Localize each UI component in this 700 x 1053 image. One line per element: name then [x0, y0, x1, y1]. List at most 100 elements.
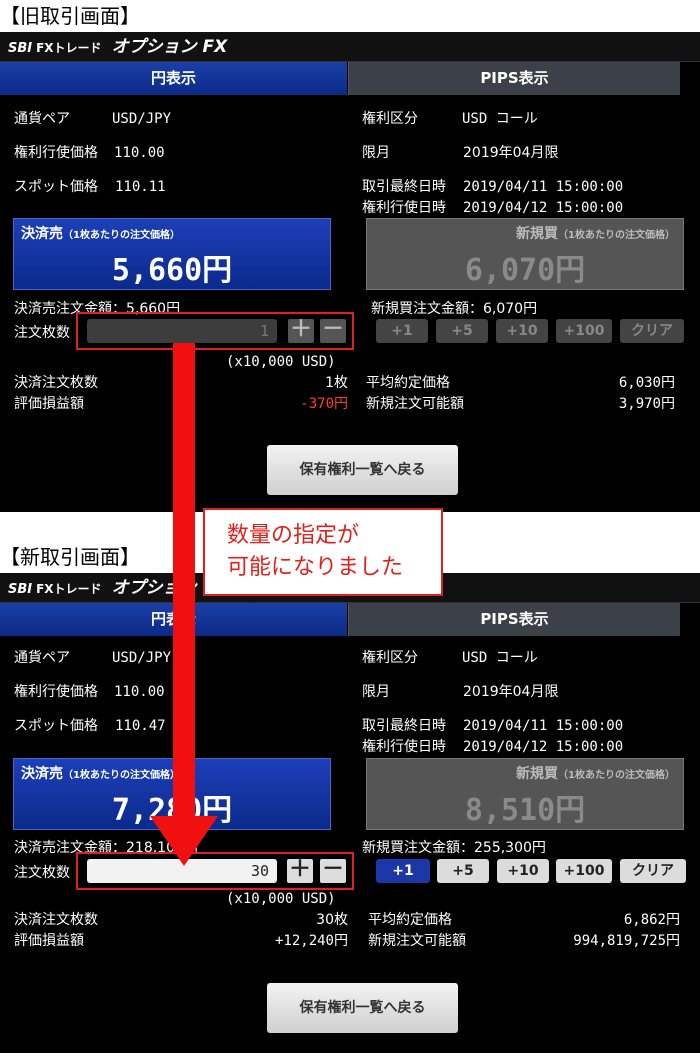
settle-qty-label: 決済注文枚数: [14, 912, 98, 928]
qty-label: 注文枚数: [14, 865, 70, 881]
pnl-value: +12,240円: [274, 933, 348, 949]
clear-button[interactable]: クリア: [620, 319, 684, 343]
annotation-callout: 数量の指定が 可能になりました: [203, 508, 443, 596]
right-type-row: 権利区分 USD コール: [362, 108, 538, 128]
inc-10-button[interactable]: +10: [496, 319, 548, 343]
pnl-label: 評価損益額: [14, 396, 84, 412]
brand-bar: SBI FXトレード オプション FX: [0, 32, 700, 62]
right-type-row: 権利区分 USD コール: [362, 647, 538, 667]
expiry-month-value: 2019年04月限: [463, 684, 559, 700]
pnl-value: -370円: [300, 396, 348, 412]
strike-value: 110.00: [114, 684, 165, 700]
last-trade-row: 取引最終日時 2019/04/11 15:00:00: [362, 715, 623, 735]
avg-price-label: 平均約定価格: [366, 375, 450, 391]
sell-title-note: （1枚あたりの注文価格）: [63, 230, 180, 241]
sell-price-button[interactable]: 決済売（1枚あたりの注文価格） 5,660円: [13, 218, 331, 290]
sell-title-text: 決済売: [21, 766, 63, 782]
exercise-value: 2019/04/12 15:00:00: [463, 200, 624, 216]
display-tabs: 円表示 PIPS表示: [0, 62, 700, 95]
sell-title: 決済売（1枚あたりの注文価格）: [21, 763, 180, 783]
pair-label: 通貨ペア: [14, 650, 70, 666]
strike-value: 110.00: [114, 145, 165, 161]
avg-price-label: 平均約定価格: [368, 912, 452, 928]
sell-price: 5,660円: [111, 253, 233, 288]
buy-title-note: （1枚あたりの注文価格）: [558, 230, 675, 241]
callout-line-2: 可能になりました: [227, 555, 404, 580]
brand-sbi: SBI: [8, 41, 33, 56]
old-trade-screen: SBI FXトレード オプション FX 円表示 PIPS表示 通貨ペア USD/JPY…: [0, 32, 700, 512]
avail-value: 3,970円: [618, 396, 675, 412]
buy-title-text: 新規買: [516, 766, 559, 782]
tab-pips[interactable]: PIPS表示: [348, 603, 680, 636]
pair-value: USD/JPY: [112, 650, 172, 666]
unit-note: (x10,000 USD): [226, 354, 336, 370]
callout-line-1: 数量の指定が: [227, 523, 360, 548]
clear-button[interactable]: クリア: [620, 859, 686, 883]
tab-yen[interactable]: 円表示: [0, 62, 347, 95]
buy-price-button[interactable]: 新規買（1枚あたりの注文価格） 8,510円: [366, 758, 684, 830]
back-to-list-button[interactable]: 保有権利一覧へ戻る: [267, 445, 458, 495]
inc-10-button[interactable]: +10: [497, 859, 549, 883]
expiry-month-row: 限月 2019年04月限: [362, 681, 558, 701]
expiry-month-label: 限月: [362, 684, 390, 700]
buy-price: 8,510円: [464, 793, 586, 828]
exercise-label: 権利行使日時: [362, 200, 446, 216]
inc-5-button[interactable]: +5: [436, 319, 488, 343]
right-type-value: USD コール: [462, 650, 538, 666]
inc-5-button[interactable]: +5: [437, 859, 489, 883]
spot-row: スポット価格 110.47: [14, 715, 166, 735]
buy-title-note: （1枚あたりの注文価格）: [558, 770, 675, 781]
inc-100-button[interactable]: +100: [556, 859, 612, 883]
avail-value: 994,819,725円: [573, 933, 680, 949]
right-type-label: 権利区分: [362, 111, 418, 127]
spot-label: スポット価格: [14, 718, 98, 734]
buy-amount: 新規買注文金額：255,300円: [362, 840, 546, 856]
avail-label: 新規注文可能額: [366, 396, 464, 412]
buy-price: 6,070円: [464, 253, 586, 288]
buy-price-button[interactable]: 新規買（1枚あたりの注文価格） 6,070円: [366, 218, 684, 290]
sell-title: 決済売（1枚あたりの注文価格）: [21, 223, 180, 243]
last-trade-label: 取引最終日時: [362, 179, 446, 195]
strike-label: 権利行使価格: [14, 145, 98, 161]
right-type-value: USD コール: [462, 111, 538, 127]
inc-1-button[interactable]: +1: [376, 319, 428, 343]
brand-logo: SBI FXトレード オプション FX: [8, 36, 227, 60]
exercise-label: 権利行使日時: [362, 739, 446, 755]
spot-value: 110.11: [115, 179, 166, 195]
tab-pips[interactable]: PIPS表示: [348, 62, 680, 95]
strike-row: 権利行使価格 110.00: [14, 142, 165, 162]
strike-row: 権利行使価格 110.00: [14, 681, 165, 701]
expiry-month-value: 2019年04月限: [463, 145, 559, 161]
avg-price-value: 6,862円: [623, 912, 680, 928]
brand-fx-trade: FXトレード: [36, 41, 102, 55]
new-screen-label: 【新取引画面】: [0, 543, 140, 571]
pair-label: 通貨ペア: [14, 111, 70, 127]
old-screen-label: 【旧取引画面】: [0, 2, 140, 30]
settle-qty-label: 決済注文枚数: [14, 375, 98, 391]
display-tabs: 円表示 PIPS表示: [0, 603, 700, 636]
buy-title-text: 新規買: [516, 226, 559, 242]
inc-100-button[interactable]: +100: [556, 319, 612, 343]
pair-row: 通貨ペア USD/JPY: [14, 108, 171, 128]
pair-row: 通貨ペア USD/JPY: [14, 647, 171, 667]
back-to-list-button[interactable]: 保有権利一覧へ戻る: [267, 983, 458, 1033]
pair-value: USD/JPY: [112, 111, 172, 127]
buy-title: 新規買（1枚あたりの注文価格）: [516, 763, 675, 783]
old-qty-highlight: [76, 312, 354, 350]
avg-price-value: 6,030円: [618, 375, 675, 391]
expiry-month-label: 限月: [362, 145, 390, 161]
annotation-arrow-shaft: [173, 343, 195, 818]
annotation-arrow-head: [150, 816, 218, 866]
brand-option-fx: オプション FX: [111, 37, 228, 57]
last-trade-label: 取引最終日時: [362, 718, 446, 734]
brand-fx-trade: FXトレード: [36, 582, 102, 596]
last-trade-row: 取引最終日時 2019/04/11 15:00:00: [362, 176, 623, 196]
exercise-value: 2019/04/12 15:00:00: [463, 739, 624, 755]
exercise-row: 権利行使日時 2019/04/12 15:00:00: [362, 197, 623, 217]
spot-label: スポット価格: [14, 179, 98, 195]
inc-1-button[interactable]: +1: [376, 859, 430, 883]
sell-title-text: 決済売: [21, 226, 63, 242]
brand-sbi: SBI: [8, 582, 33, 597]
new-trade-screen: SBIFXトレードオプション FX 円表示 PIPS表示 通貨ペアUSD/JPY…: [0, 573, 700, 1053]
last-trade-value: 2019/04/11 15:00:00: [463, 718, 624, 734]
